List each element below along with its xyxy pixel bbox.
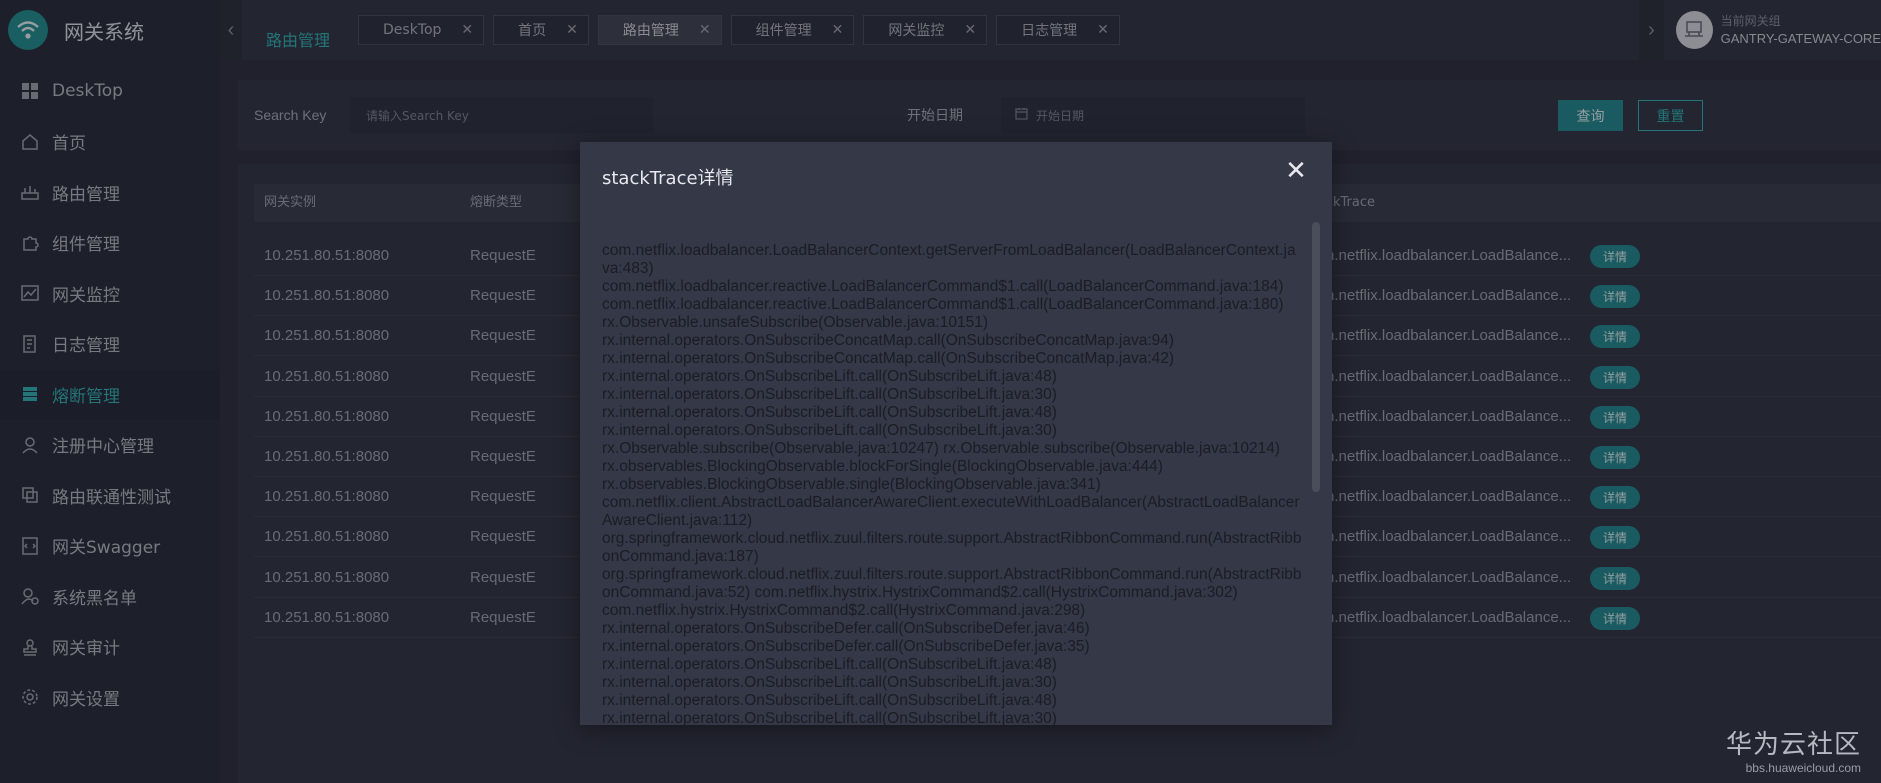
stacktrace-line: rx.internal.operators.OnSubscribeLift.ca… [602, 386, 1057, 403]
close-icon[interactable]: ✕ [1282, 156, 1310, 184]
stacktrace-line: com.netflix.loadbalancer.LoadBalancerCon… [602, 242, 1296, 277]
watermark: 华为云社区 bbs.huaweicloud.com [1726, 724, 1861, 775]
stacktrace-line: rx.internal.operators.OnSubscribeConcatM… [602, 350, 1175, 367]
stacktrace-line: com.netflix.loadbalancer.reactive.LoadBa… [602, 278, 1284, 295]
stacktrace-line: com.netflix.client.AbstractLoadBalancerA… [602, 494, 1300, 529]
stacktrace-line: rx.internal.operators.OnSubscribeLift.ca… [602, 692, 1057, 709]
stacktrace-line: org.springframework.cloud.netflix.zuul.f… [602, 530, 1302, 565]
stacktrace-line: rx.internal.operators.OnSubscribeLift.ca… [602, 674, 1057, 691]
stacktrace-line: rx.observables.BlockingObservable.blockF… [602, 458, 1163, 475]
stacktrace-line: rx.internal.operators.OnSubscribeConcatM… [602, 332, 1175, 349]
stacktrace-line: rx.internal.operators.OnSubscribeLift.ca… [602, 368, 1057, 385]
stacktrace-line: rx.internal.operators.OnSubscribeDefer.c… [602, 620, 1090, 637]
stacktrace-line: rx.internal.operators.OnSubscribeLift.ca… [602, 422, 1057, 439]
stacktrace-line: rx.internal.operators.OnSubscribeLift.ca… [602, 656, 1057, 673]
stacktrace-line: com.netflix.hystrix.HystrixCommand$2.cal… [602, 602, 1086, 619]
stacktrace-dialog: stackTrace详情 ✕ com.netflix.loadbalancer.… [580, 142, 1332, 725]
stacktrace-line: rx.observables.BlockingObservable.single… [602, 476, 1101, 493]
dialog-title: stackTrace详情 [602, 168, 734, 189]
watermark-title: 华为云社区 [1725, 730, 1861, 760]
stacktrace-line: rx.internal.operators.OnSubscribeLift.ca… [602, 404, 1057, 421]
stacktrace-line: rx.internal.operators.OnSubscribeDefer.c… [602, 638, 1090, 655]
stacktrace-line: org.springframework.cloud.netflix.zuul.f… [602, 566, 1302, 601]
stacktrace-line: rx.Observable.unsafeSubscribe(Observable… [602, 314, 988, 331]
stacktrace-line: com.netflix.loadbalancer.reactive.LoadBa… [602, 296, 1284, 313]
stacktrace-line: rx.internal.operators.OnSubscribeLift.ca… [602, 710, 1057, 725]
watermark-url: bbs.huaweicloud.com [1745, 761, 1861, 775]
stacktrace-line: rx.Observable.subscribe(Observable.java:… [602, 440, 1281, 457]
dialog-scrollbar[interactable] [1312, 222, 1320, 492]
stacktrace-content[interactable]: com.netflix.loadbalancer.LoadBalancerCon… [602, 242, 1302, 725]
